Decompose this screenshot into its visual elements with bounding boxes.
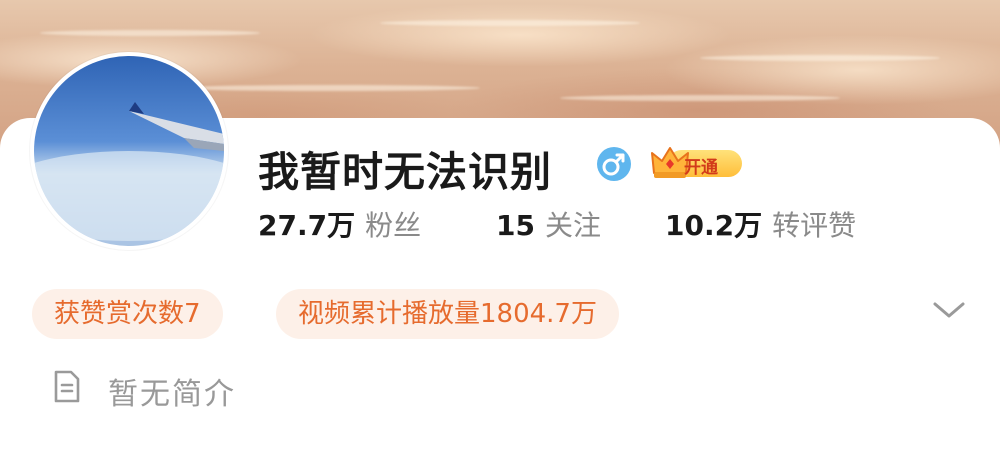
chevron-down-icon[interactable] [930, 298, 968, 322]
vip-open-label: 开通 [684, 158, 718, 178]
stat-label: 关注 [544, 209, 601, 242]
stat-reposts-comments-likes[interactable]: 10.2万 转评赞 [665, 204, 856, 244]
stat-following[interactable]: 15 关注 [496, 204, 601, 244]
banner-sand-ridge [40, 30, 260, 36]
stat-value: 10.2万 [665, 209, 763, 242]
tag-video-plays[interactable]: 视频累计播放量1804.7万 [276, 289, 619, 339]
stat-value: 27.7万 [258, 209, 356, 242]
stat-label: 粉丝 [365, 209, 422, 242]
avatar[interactable] [30, 52, 228, 250]
banner-sand-ridge [700, 55, 940, 61]
stat-label: 转评赞 [772, 209, 857, 242]
profile-name: 我暂时无法识别 [258, 148, 552, 196]
banner-sand-ridge [560, 95, 840, 101]
vip-open-button[interactable]: 开通 [650, 145, 742, 179]
stat-value: 15 [496, 209, 535, 242]
document-icon [54, 370, 80, 403]
tag-tips-count[interactable]: 获赞赏次数7 [32, 289, 223, 339]
banner-sand-ridge [380, 20, 640, 26]
bio-text: 暂无简介 [108, 377, 236, 412]
avatar-airplane-sky-image [34, 56, 224, 246]
male-icon [597, 147, 631, 181]
banner-sand-ridge [180, 85, 480, 91]
stat-followers[interactable]: 27.7万 粉丝 [258, 204, 421, 244]
